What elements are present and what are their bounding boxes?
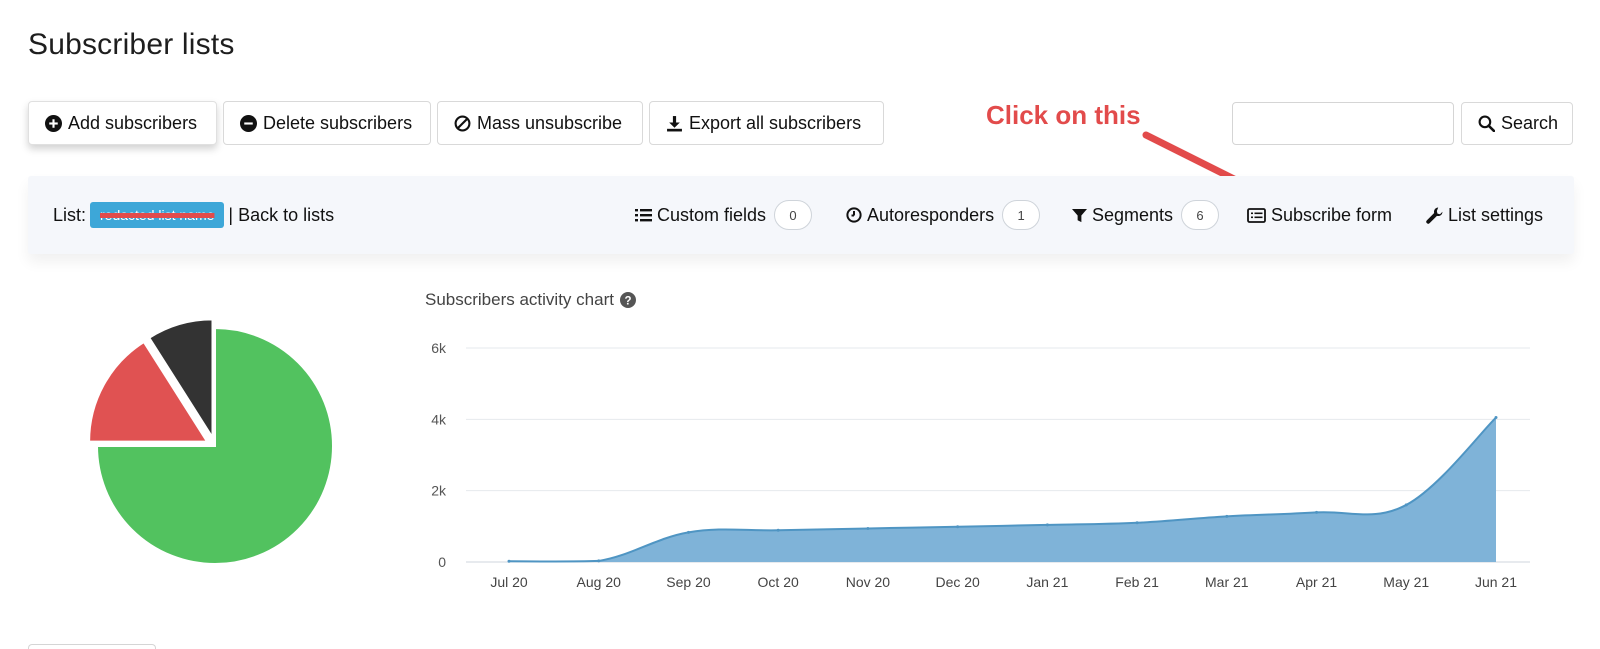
form-icon	[1247, 207, 1266, 223]
delete-subscribers-button[interactable]: Delete subscribers	[223, 101, 431, 145]
x-tick-label: Oct 20	[758, 574, 799, 590]
mass-unsubscribe-button[interactable]: Mass unsubscribe	[437, 101, 643, 145]
plus-circle-icon	[45, 114, 62, 132]
x-tick-label: Dec 20	[935, 574, 980, 590]
x-tick-label: Jun 21	[1475, 574, 1517, 590]
autoresponders-label: Autoresponders	[867, 204, 995, 225]
download-icon	[667, 115, 682, 131]
minus-circle-icon	[240, 114, 257, 132]
back-to-lists-link[interactable]: | Back to lists	[228, 205, 334, 226]
list-icon	[635, 208, 652, 221]
data-point-2[interactable]	[686, 530, 690, 534]
data-point-6[interactable]	[1045, 523, 1049, 527]
list-settings-label: List settings	[1448, 204, 1544, 225]
data-point-0[interactable]	[507, 559, 511, 563]
search-input[interactable]	[1232, 102, 1454, 145]
subscribe-form-link[interactable]: Subscribe form	[1247, 176, 1392, 254]
data-point-4[interactable]	[866, 526, 870, 530]
activity-chart-title-text: Subscribers activity chart	[425, 290, 614, 309]
wrench-icon	[1426, 207, 1443, 224]
list-breadcrumb: List: redacted list name | Back to lists	[53, 176, 334, 254]
x-tick-label: May 21	[1383, 574, 1429, 590]
custom-fields-label: Custom fields	[657, 204, 767, 225]
subscribers-activity-chart: 0 2k 4k 6k Jul 20 Aug 20 Sep 20 Oct 20 Nov 20 De…	[431, 340, 1530, 590]
data-point-1[interactable]	[597, 559, 601, 563]
list-name-badge[interactable]: redacted list name	[90, 202, 225, 228]
list-toolbar: List: redacted list name | Back to lists…	[28, 176, 1574, 254]
x-tick-label: Nov 20	[846, 574, 891, 590]
x-tick-label: Sep 20	[666, 574, 711, 590]
y-tick-label: 2k	[431, 483, 447, 499]
segments-count: 6	[1181, 200, 1220, 230]
data-point-5[interactable]	[956, 525, 960, 529]
segments-label: Segments	[1092, 204, 1174, 225]
x-tick-label: Aug 20	[577, 574, 622, 590]
mass-unsubscribe-label: Mass unsubscribe	[477, 112, 623, 133]
annotation-text: Click on this	[986, 100, 1141, 130]
activity-chart-title: Subscribers activity chart ?	[425, 290, 636, 310]
y-tick-label: 6k	[431, 340, 447, 356]
add-subscribers-button[interactable]: Add subscribers	[28, 101, 217, 145]
clock-icon	[846, 207, 862, 223]
subscriber-pie-chart	[88, 318, 334, 565]
custom-fields-count: 0	[774, 200, 813, 230]
export-subscribers-label: Export all subscribers	[689, 112, 862, 133]
search-label: Search	[1501, 113, 1559, 133]
area-series-fill	[509, 417, 1496, 562]
svg-text:?: ?	[624, 295, 631, 307]
search-button[interactable]: Search	[1461, 102, 1573, 145]
data-point-9[interactable]	[1315, 510, 1319, 514]
custom-fields-link[interactable]: Custom fields 0	[635, 176, 813, 254]
list-settings-link[interactable]: List settings	[1426, 176, 1543, 254]
data-point-7[interactable]	[1135, 521, 1139, 525]
help-icon[interactable]: ?	[619, 292, 636, 308]
add-subscribers-label: Add subscribers	[68, 112, 198, 133]
autoresponders-count: 1	[1002, 200, 1041, 230]
subscribe-form-label: Subscribe form	[1271, 204, 1393, 225]
x-tick-label: Mar 21	[1205, 574, 1249, 590]
filter-icon	[1072, 208, 1087, 222]
search-icon	[1478, 115, 1495, 132]
data-point-3[interactable]	[776, 528, 780, 532]
ban-icon	[454, 115, 471, 131]
export-subscribers-button[interactable]: Export all subscribers	[649, 101, 884, 145]
list-prefix: List:	[53, 204, 87, 225]
autoresponders-link[interactable]: Autoresponders 1	[846, 176, 1041, 254]
data-point-10[interactable]	[1404, 503, 1408, 507]
x-tick-label: Feb 21	[1115, 574, 1159, 590]
x-tick-label: Apr 21	[1296, 574, 1337, 590]
data-point-11[interactable]	[1494, 416, 1498, 420]
bottom-button-edge[interactable]	[28, 644, 156, 649]
y-tick-label: 4k	[431, 411, 447, 427]
x-tick-label: Jul 20	[490, 574, 528, 590]
x-tick-label: Jan 21	[1026, 574, 1068, 590]
segments-link[interactable]: Segments 6	[1072, 176, 1220, 254]
page-title: Subscriber lists	[28, 28, 235, 61]
delete-subscribers-label: Delete subscribers	[263, 112, 413, 133]
y-tick-label: 0	[438, 554, 446, 570]
data-point-8[interactable]	[1225, 514, 1229, 518]
